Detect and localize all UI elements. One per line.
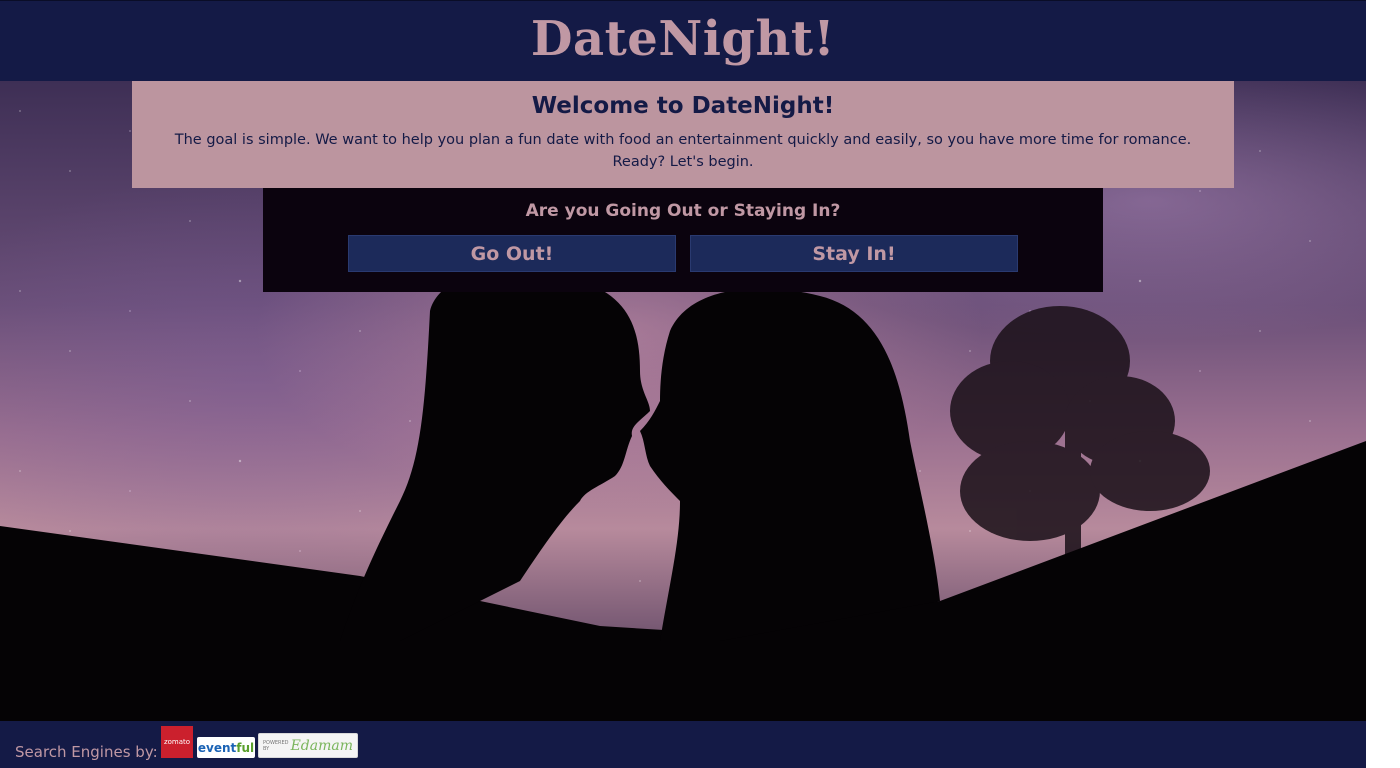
eventful-logo-text-b: ful xyxy=(236,740,255,755)
welcome-line-2: Ready? Let's begin. xyxy=(612,154,754,170)
eventful-logo[interactable]: event ful xyxy=(197,737,255,758)
edamam-logo-text: Edamam xyxy=(290,737,353,754)
zomato-logo[interactable]: zomato xyxy=(161,726,193,758)
stay-in-button[interactable]: Stay In! xyxy=(690,235,1018,272)
welcome-heading: Welcome to DateNight! xyxy=(531,93,835,119)
welcome-panel: Welcome to DateNight! The goal is simple… xyxy=(132,81,1234,188)
site-footer: Search Engines by: zomato event ful POWER… xyxy=(0,721,1366,768)
zomato-logo-text: zomato xyxy=(163,738,191,746)
choice-buttons: Go Out! Stay In! xyxy=(348,235,1018,272)
edamam-logo[interactable]: POWERED BY Edamam xyxy=(258,733,358,758)
edamam-logo-prefix: POWERED BY xyxy=(263,739,289,752)
search-engines-label: Search Engines by: xyxy=(15,743,158,761)
eventful-logo-text-a: event xyxy=(197,740,237,755)
choice-question: Are you Going Out or Staying In? xyxy=(525,201,841,221)
choice-panel: Are you Going Out or Staying In? Go Out!… xyxy=(263,188,1103,292)
welcome-line-1: The goal is simple. We want to help you … xyxy=(174,132,1192,148)
go-out-button[interactable]: Go Out! xyxy=(348,235,676,272)
site-title: DateNight! xyxy=(530,11,836,67)
site-header: DateNight! xyxy=(0,0,1366,81)
page: DateNight! Welcome to DateNight! The goa… xyxy=(0,0,1366,768)
welcome-description: The goal is simple. We want to help you … xyxy=(132,129,1234,173)
